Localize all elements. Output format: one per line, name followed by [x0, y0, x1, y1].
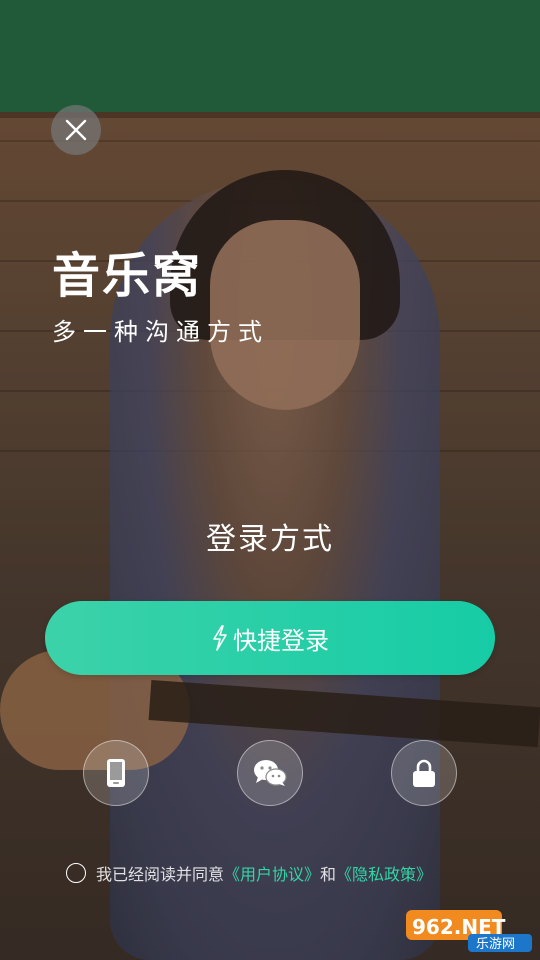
privacy-policy-link[interactable]: 《隐私政策》 [336, 861, 432, 885]
agreement-conjunction: 和 [320, 865, 337, 884]
wechat-icon [254, 760, 287, 786]
agreement-radio[interactable] [66, 863, 86, 883]
site-watermark: 962.NET 乐游网 [406, 908, 534, 954]
phone-login-button[interactable] [83, 740, 149, 806]
app-subtitle: 多一种沟通方式 [52, 318, 269, 346]
quick-login-button[interactable]: 快捷登录 [45, 601, 495, 675]
user-agreement-link[interactable]: 《用户协议》 [224, 861, 320, 885]
app-title: 音乐窝 [52, 248, 203, 304]
phone-icon [107, 759, 125, 787]
login-heading: 登录方式 [206, 522, 334, 557]
watermark-site-name: 乐游网 [476, 937, 515, 952]
lightning-icon [211, 625, 229, 651]
quick-login-label: 快捷登录 [233, 626, 329, 655]
wechat-login-button[interactable] [237, 740, 303, 806]
agreement-prefix: 我已经阅读并同意 [96, 865, 225, 884]
close-button[interactable] [51, 105, 101, 155]
agreement-row: 我已经阅读并同意 《用户协议》 和 《隐私政策》 [66, 861, 432, 885]
lock-icon [413, 759, 435, 787]
password-login-button[interactable] [391, 740, 457, 806]
close-icon [65, 119, 87, 141]
